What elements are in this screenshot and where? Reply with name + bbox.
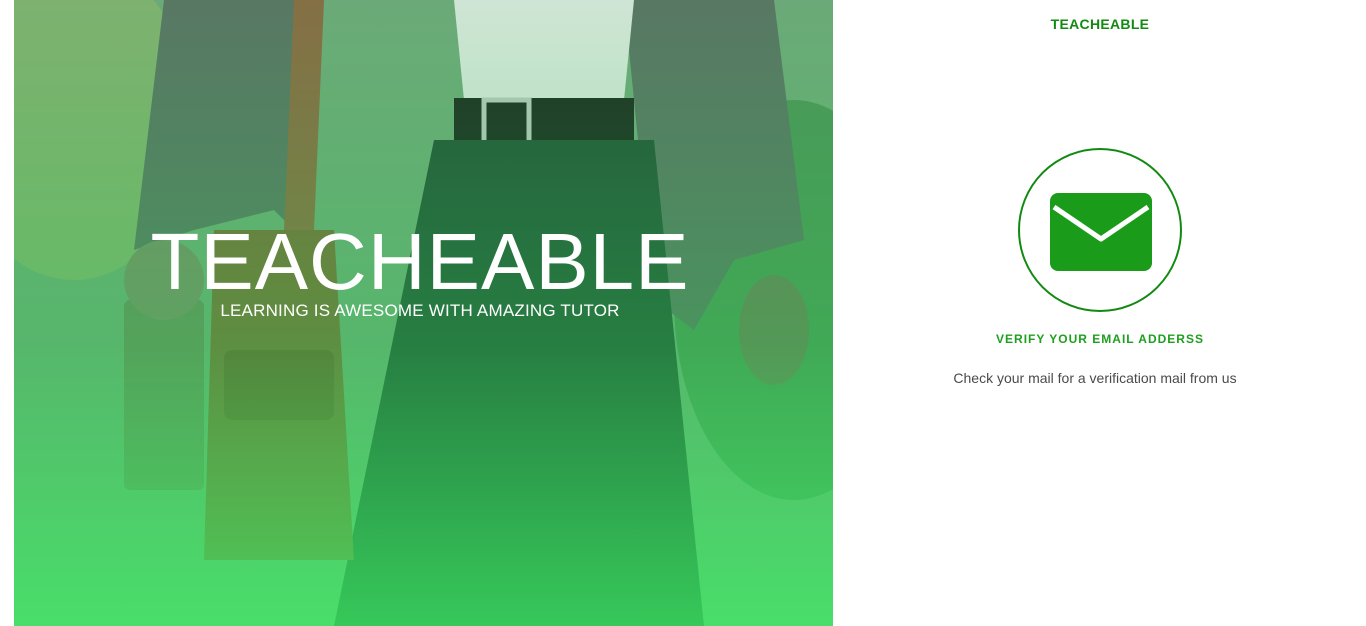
- envelope-circle: [1018, 148, 1182, 312]
- verify-message: Check your mail for a verification mail …: [953, 370, 1237, 386]
- envelope-icon: [1050, 193, 1152, 271]
- hero-title: TEACHEABLE: [150, 217, 690, 306]
- hero-subtitle: LEARNING IS AWESOME WITH AMAZING TUTOR: [220, 301, 620, 320]
- hero-panel: TEACHEABLE LEARNING IS AWESOME WITH AMAZ…: [14, 0, 833, 626]
- verify-heading: VERIFY YOUR EMAIL ADDERSS: [996, 332, 1204, 346]
- brand-logo-text[interactable]: TEACHEABLE: [1000, 16, 1200, 32]
- verify-email-page: TEACHEABLE LEARNING IS AWESOME WITH AMAZ…: [0, 0, 1366, 626]
